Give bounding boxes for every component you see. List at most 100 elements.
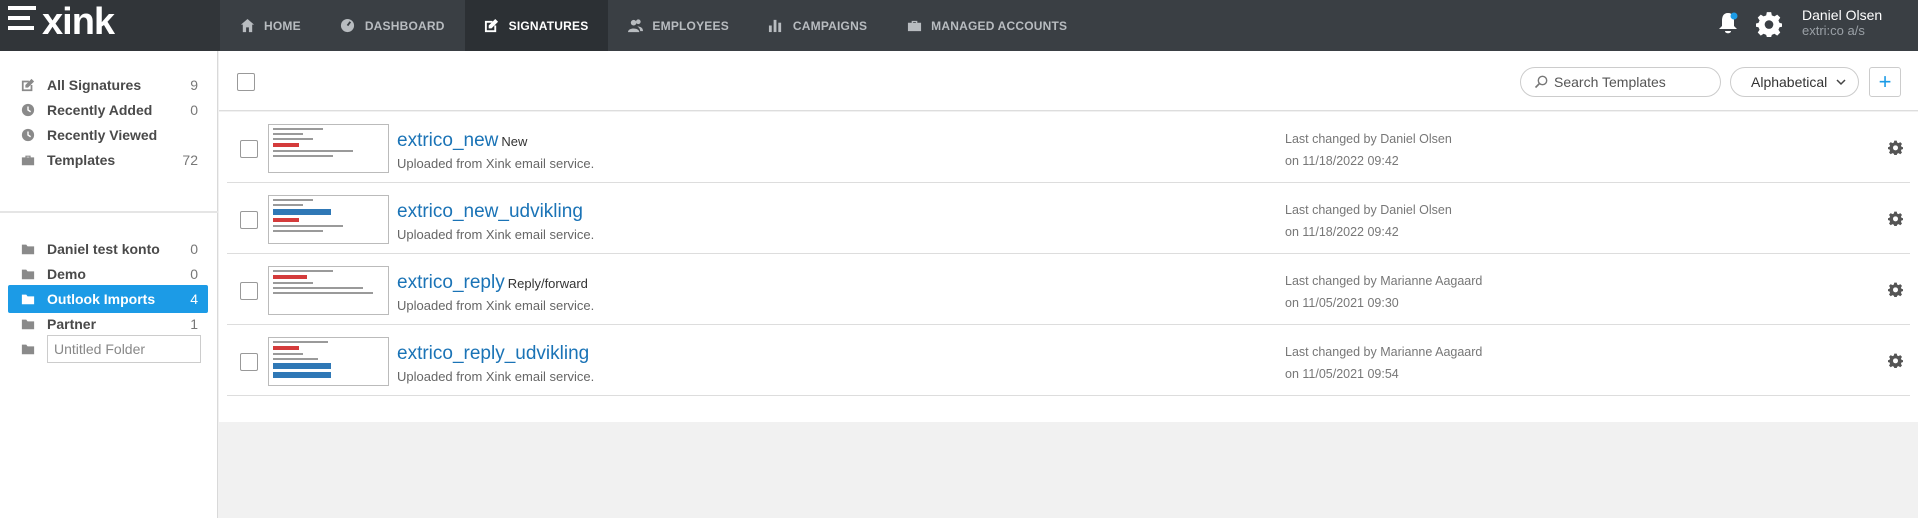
sidebar-item-count: 0	[190, 102, 198, 118]
folder-label: Daniel test konto	[47, 241, 160, 257]
briefcase-icon	[21, 155, 35, 166]
row-checkbox[interactable]	[240, 353, 258, 371]
nav-managed-accounts[interactable]: MANAGED ACCOUNTS	[887, 0, 1087, 51]
changed-by: Last changed by Daniel Olsen	[1285, 132, 1452, 146]
user-company: extri:co a/s	[1802, 23, 1865, 38]
sidebar-divider	[0, 211, 218, 213]
nav-dashboard[interactable]: DASHBOARD	[321, 0, 465, 51]
signature-row[interactable]: extrico_new_udvikling Uploaded from Xink…	[227, 183, 1910, 254]
signature-thumbnail[interactable]	[268, 337, 389, 386]
nav-signatures[interactable]: SIGNATURES	[464, 0, 609, 51]
menu-icon	[8, 6, 36, 36]
row-checkbox[interactable]	[240, 140, 258, 158]
folder-outlook-imports[interactable]: Outlook Imports 4	[8, 285, 208, 313]
signature-thumbnail[interactable]	[268, 124, 389, 173]
chevron-down-icon	[1836, 79, 1846, 86]
nav-employees[interactable]: EMPLOYEES	[608, 0, 748, 51]
dashboard-icon	[339, 17, 357, 35]
folder-icon	[21, 244, 35, 255]
user-account-menu[interactable]: Daniel Olsen extri:co a/s	[1802, 7, 1882, 38]
sidebar-item-recently-added[interactable]: Recently Added 0	[8, 96, 208, 124]
signature-last-changed: Last changed by Marianne Aagaard on 11/0…	[1285, 341, 1482, 385]
clock-icon	[21, 103, 35, 117]
signature-thumbnail[interactable]	[268, 195, 389, 244]
signature-row[interactable]: extrico_new New Uploaded from Xink email …	[227, 112, 1910, 183]
brand-logo[interactable]: xink	[0, 0, 220, 51]
add-signature-button[interactable]: +	[1869, 67, 1901, 97]
signature-description: Uploaded from Xink email service.	[397, 227, 595, 242]
folder-count: 4	[190, 291, 198, 307]
sidebar-item-count: 9	[190, 77, 198, 93]
new-folder-name-input[interactable]	[47, 335, 201, 363]
row-settings-gear-icon[interactable]	[1888, 353, 1903, 368]
select-all-checkbox[interactable]	[237, 73, 255, 91]
folder-label: Outlook Imports	[47, 291, 156, 307]
edit-icon	[483, 17, 501, 35]
nav-campaigns-label: CAMPAIGNS	[792, 18, 868, 33]
row-checkbox[interactable]	[240, 211, 258, 229]
briefcase-icon	[905, 17, 923, 35]
folder-count: 0	[190, 266, 198, 282]
users-icon	[626, 17, 644, 35]
user-name: Daniel Olsen	[1802, 7, 1883, 23]
row-settings-gear-icon[interactable]	[1888, 282, 1903, 297]
new-folder-row	[8, 335, 208, 363]
signature-description: Uploaded from Xink email service.	[397, 298, 595, 313]
nav-signatures-label: SIGNATURES	[508, 18, 589, 33]
edit-icon	[21, 78, 35, 92]
main-content: Alphabetical + extrico_newNew Uploaded f…	[219, 51, 1918, 518]
row-settings-gear-icon[interactable]	[1888, 211, 1903, 226]
sidebar: All Signatures 9 Recently Added 0 Recent…	[0, 51, 218, 518]
settings-gear-icon[interactable]	[1756, 11, 1782, 37]
signature-tag: Reply/forward	[507, 276, 588, 291]
nav-employees-label: EMPLOYEES	[652, 18, 729, 33]
top-navigation-bar: xink HOME DASHBOARD SIGNATURES EMPLOYEES…	[0, 0, 1918, 51]
sort-dropdown[interactable]: Alphabetical	[1730, 67, 1859, 97]
folder-count: 0	[190, 241, 198, 257]
nav-campaigns[interactable]: CAMPAIGNS	[749, 0, 887, 51]
signature-name-link[interactable]: extrico_reply_udvikling	[397, 343, 589, 364]
changed-by: Last changed by Marianne Aagaard	[1285, 345, 1483, 359]
sidebar-item-all-signatures[interactable]: All Signatures 9	[8, 71, 208, 99]
nav-managed-accounts-label: MANAGED ACCOUNTS	[931, 18, 1068, 33]
signature-name-link[interactable]: extrico_new	[397, 130, 498, 151]
folder-label: Demo	[47, 266, 86, 282]
signature-description: Uploaded from Xink email service.	[397, 156, 595, 171]
changed-on: on 11/18/2022 09:42	[1285, 225, 1399, 239]
folder-demo[interactable]: Demo 0	[8, 260, 208, 288]
sidebar-item-label: Recently Added	[47, 102, 153, 118]
signature-last-changed: Last changed by Daniel Olsen on 11/18/20…	[1285, 199, 1452, 243]
sort-dropdown-label: Alphabetical	[1751, 74, 1828, 90]
nav-home[interactable]: HOME	[220, 0, 321, 51]
changed-by: Last changed by Marianne Aagaard	[1285, 274, 1483, 288]
signature-last-changed: Last changed by Daniel Olsen on 11/18/20…	[1285, 128, 1452, 172]
bar-chart-icon	[767, 17, 785, 35]
nav-dashboard-label: DASHBOARD	[364, 18, 445, 33]
signature-name-link[interactable]: extrico_new_udvikling	[397, 201, 583, 222]
search-icon	[1534, 75, 1548, 89]
home-icon	[238, 17, 256, 35]
changed-on: on 11/18/2022 09:42	[1285, 154, 1399, 168]
sidebar-item-label: Recently Viewed	[47, 127, 158, 143]
main-nav: HOME DASHBOARD SIGNATURES EMPLOYEES CAMP…	[220, 0, 1087, 51]
list-toolbar: Alphabetical +	[219, 51, 1918, 111]
clock-icon	[21, 128, 35, 142]
row-checkbox[interactable]	[240, 282, 258, 300]
signature-row[interactable]: extrico_reply_udvikling Uploaded from Xi…	[227, 325, 1910, 396]
signature-name-link[interactable]: extrico_reply	[397, 272, 505, 293]
nav-home-label: HOME	[264, 18, 301, 33]
signature-tag: New	[501, 134, 528, 149]
sidebar-item-templates[interactable]: Templates 72	[8, 146, 208, 174]
folder-daniel-test-konto[interactable]: Daniel test konto 0	[8, 235, 208, 263]
notification-bell-icon[interactable]	[1717, 11, 1739, 35]
folder-icon	[21, 344, 35, 355]
signature-thumbnail[interactable]	[268, 266, 389, 315]
sidebar-item-count: 72	[182, 152, 198, 168]
sidebar-item-recently-viewed[interactable]: Recently Viewed	[8, 121, 208, 149]
sidebar-item-label: Templates	[47, 152, 116, 168]
logo-text: xink	[42, 1, 115, 43]
row-settings-gear-icon[interactable]	[1888, 140, 1903, 155]
folder-partner[interactable]: Partner 1	[8, 310, 208, 338]
search-templates-input[interactable]	[1554, 74, 1714, 90]
signature-row[interactable]: extrico_reply Reply/forward Uploaded from…	[227, 254, 1910, 325]
